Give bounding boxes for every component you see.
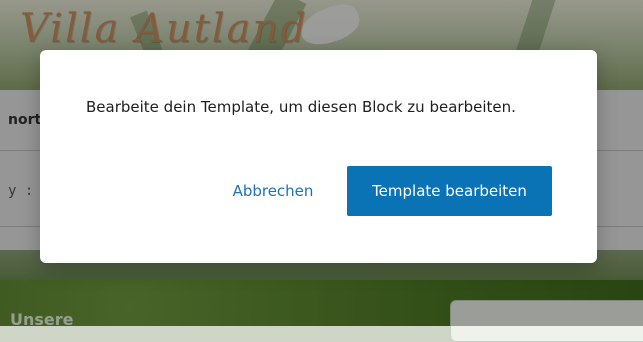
dialog-message: Bearbeite dein Template, um diesen Block… (86, 98, 516, 116)
edit-template-dialog: Bearbeite dein Template, um diesen Block… (40, 50, 597, 263)
edit-template-button[interactable]: Template bearbeiten (347, 166, 552, 216)
cancel-button[interactable]: Abbrechen (223, 166, 323, 216)
